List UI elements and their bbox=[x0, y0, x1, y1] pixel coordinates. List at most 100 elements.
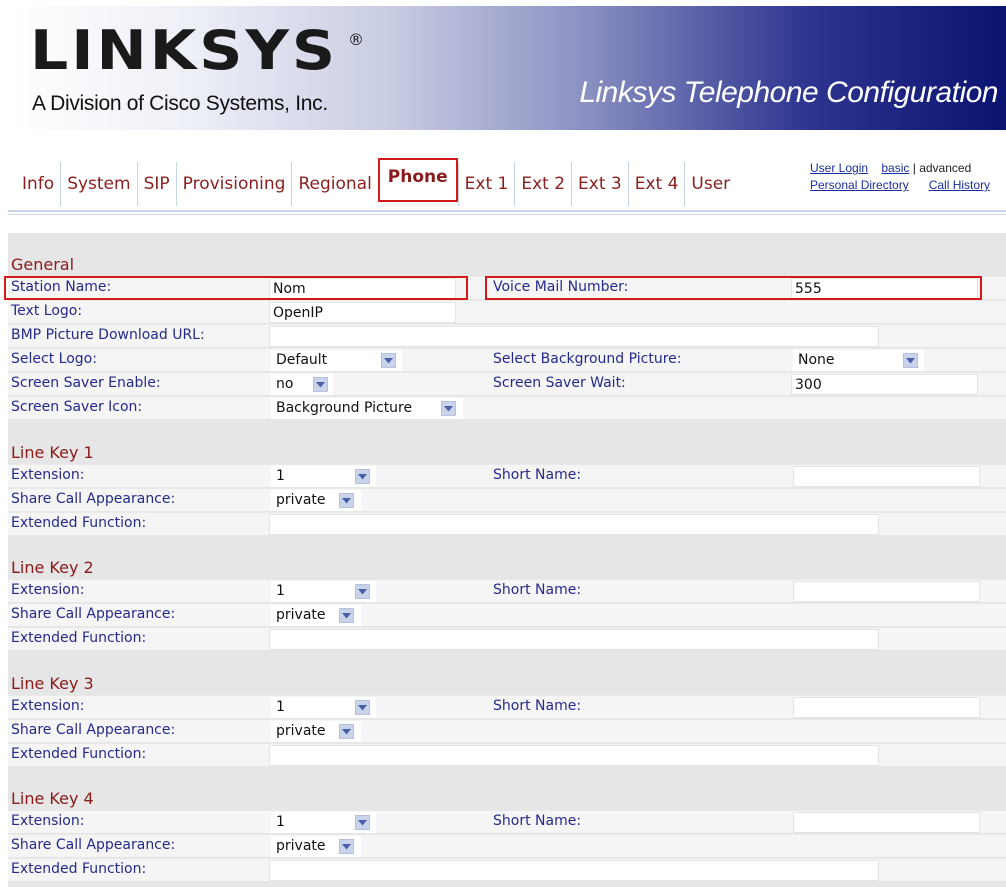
extended-function-label: Extended Function: bbox=[11, 861, 147, 877]
select-logo-dropdown[interactable]: Default bbox=[271, 350, 402, 371]
form-top-spacer bbox=[8, 214, 1006, 233]
short-name-label: Short Name: bbox=[493, 698, 582, 714]
line-key-3-share-dropdown[interactable]: private bbox=[271, 721, 361, 742]
extension-label: Extension: bbox=[11, 582, 85, 598]
bmp-url-label: BMP Picture Download URL: bbox=[11, 327, 205, 343]
select-bg-dropdown[interactable]: None bbox=[793, 350, 924, 371]
line-key-2-short-name-input[interactable] bbox=[793, 581, 980, 602]
extended-function-label: Extended Function: bbox=[11, 515, 147, 531]
top-links: User Login basic | advanced Personal Dir… bbox=[810, 160, 990, 194]
tab-ext-1[interactable]: Ext 1 bbox=[457, 162, 515, 206]
tab-system[interactable]: System bbox=[60, 162, 136, 206]
bmp-url-row: BMP Picture Download URL: bbox=[8, 324, 1006, 347]
section-general-title: General bbox=[11, 255, 75, 274]
line-key-4-share-dropdown[interactable]: private bbox=[271, 836, 361, 857]
logo-subtitle: A Division of Cisco Systems, Inc. bbox=[32, 92, 328, 115]
link-separator: | bbox=[912, 161, 916, 175]
call-history-link[interactable]: Call History bbox=[929, 178, 990, 192]
extension-value: 1 bbox=[276, 699, 285, 715]
extension-label: Extension: bbox=[11, 467, 85, 483]
line-key-4-short-name-input[interactable] bbox=[793, 812, 980, 833]
line-key-2-extended-row: Extended Function: bbox=[8, 627, 1006, 650]
line-key-2-share-row: Share Call Appearance: private bbox=[8, 603, 1006, 626]
line-key-4-extension-row: Extension: 1 Short Name: bbox=[8, 810, 1006, 833]
line-key-4-extended-row: Extended Function: bbox=[8, 858, 1006, 881]
line-key-1-extended-row: Extended Function: bbox=[8, 512, 1006, 535]
line-key-4-extension-dropdown[interactable]: 1 bbox=[271, 812, 376, 833]
station-name-input[interactable]: Nom bbox=[269, 278, 456, 299]
chevron-down-icon bbox=[313, 377, 328, 392]
select-bg-label: Select Background Picture: bbox=[493, 351, 682, 367]
chevron-down-icon bbox=[339, 839, 354, 854]
bmp-url-input[interactable] bbox=[269, 326, 879, 347]
personal-directory-link[interactable]: Personal Directory bbox=[810, 178, 909, 192]
station-name-label: Station Name: bbox=[11, 279, 112, 295]
tab-user[interactable]: User bbox=[684, 162, 736, 206]
tab-provisioning[interactable]: Provisioning bbox=[175, 162, 292, 206]
tab-ext-3[interactable]: Ext 3 bbox=[571, 162, 628, 206]
share-value: private bbox=[276, 492, 326, 508]
screen-saver-icon-label: Screen Saver Icon: bbox=[11, 399, 143, 415]
share-call-appearance-label: Share Call Appearance: bbox=[11, 837, 176, 853]
tab-sip[interactable]: SIP bbox=[136, 162, 176, 206]
share-value: private bbox=[276, 723, 326, 739]
screen-saver-icon-row: Screen Saver Icon: Background Picture bbox=[8, 396, 1006, 419]
short-name-label: Short Name: bbox=[493, 813, 582, 829]
line-key-4-extended-input[interactable] bbox=[269, 860, 879, 881]
line-key-4-title: Line Key 4 bbox=[11, 789, 94, 808]
screen-saver-enable-dropdown[interactable]: no bbox=[271, 374, 333, 395]
text-logo-row: Text Logo: OpenIP bbox=[8, 300, 1006, 323]
line-key-3-share-row: Share Call Appearance: private bbox=[8, 719, 1006, 742]
line-key-3-extended-input[interactable] bbox=[269, 745, 879, 766]
share-call-appearance-label: Share Call Appearance: bbox=[11, 722, 176, 738]
short-name-label: Short Name: bbox=[493, 467, 582, 483]
voice-mail-input[interactable]: 555 bbox=[791, 278, 978, 299]
tab-regional[interactable]: Regional bbox=[291, 162, 377, 206]
select-logo-value: Default bbox=[276, 352, 328, 368]
screen-saver-enable-value: no bbox=[276, 376, 294, 392]
line-key-3-extension-dropdown[interactable]: 1 bbox=[271, 697, 376, 718]
tab-phone[interactable]: Phone bbox=[377, 158, 458, 202]
screen-saver-icon-value: Background Picture bbox=[276, 400, 413, 416]
tab-info[interactable]: Info bbox=[16, 162, 60, 206]
chevron-down-icon bbox=[339, 608, 354, 623]
tab-ext-2[interactable]: Ext 2 bbox=[514, 162, 571, 206]
select-logo-label: Select Logo: bbox=[11, 351, 97, 367]
chevron-down-icon bbox=[381, 353, 396, 368]
registered-mark: ® bbox=[348, 30, 364, 49]
line-key-2-extended-input[interactable] bbox=[269, 629, 879, 650]
share-call-appearance-label: Share Call Appearance: bbox=[11, 491, 176, 507]
share-value: private bbox=[276, 838, 326, 854]
extension-value: 1 bbox=[276, 583, 285, 599]
tab-ext-4[interactable]: Ext 4 bbox=[627, 162, 685, 206]
line-key-2-extension-dropdown[interactable]: 1 bbox=[271, 581, 376, 602]
line-key-1-share-row: Share Call Appearance: private bbox=[8, 488, 1006, 511]
line-key-1-title: Line Key 1 bbox=[11, 443, 94, 462]
extension-label: Extension: bbox=[11, 698, 85, 714]
screen-saver-enable-label: Screen Saver Enable: bbox=[11, 375, 161, 391]
line-key-1-extension-dropdown[interactable]: 1 bbox=[271, 466, 376, 487]
line-key-1-share-dropdown[interactable]: private bbox=[271, 490, 361, 511]
text-logo-input[interactable]: OpenIP bbox=[269, 302, 456, 323]
screen-saver-wait-input[interactable]: 300 bbox=[791, 374, 978, 395]
line-key-1-extended-input[interactable] bbox=[269, 514, 879, 535]
header-banner: LINKSYS ® A Division of Cisco Systems, I… bbox=[8, 6, 1006, 130]
basic-link[interactable]: basic bbox=[881, 161, 909, 175]
extension-label: Extension: bbox=[11, 813, 85, 829]
line-key-3-extension-row: Extension: 1 Short Name: bbox=[8, 695, 1006, 718]
linksys-logo: LINKSYS bbox=[30, 19, 339, 83]
page-title: Linksys Telephone Configuration bbox=[579, 76, 998, 109]
phone-settings-form: General Station Name: Nom Voice Mail Num… bbox=[4, 233, 1006, 887]
line-key-2-extension-row: Extension: 1 Short Name: bbox=[8, 579, 1006, 602]
chevron-down-icon bbox=[339, 493, 354, 508]
line-key-3-short-name-input[interactable] bbox=[793, 697, 980, 718]
extension-value: 1 bbox=[276, 814, 285, 830]
text-logo-label: Text Logo: bbox=[11, 303, 83, 319]
share-call-appearance-label: Share Call Appearance: bbox=[11, 606, 176, 622]
extension-value: 1 bbox=[276, 468, 285, 484]
line-key-2-share-dropdown[interactable]: private bbox=[271, 605, 361, 626]
screen-saver-icon-dropdown[interactable]: Background Picture bbox=[271, 398, 463, 419]
chevron-down-icon bbox=[355, 815, 370, 830]
line-key-1-short-name-input[interactable] bbox=[793, 466, 980, 487]
user-login-link[interactable]: User Login bbox=[810, 161, 868, 175]
